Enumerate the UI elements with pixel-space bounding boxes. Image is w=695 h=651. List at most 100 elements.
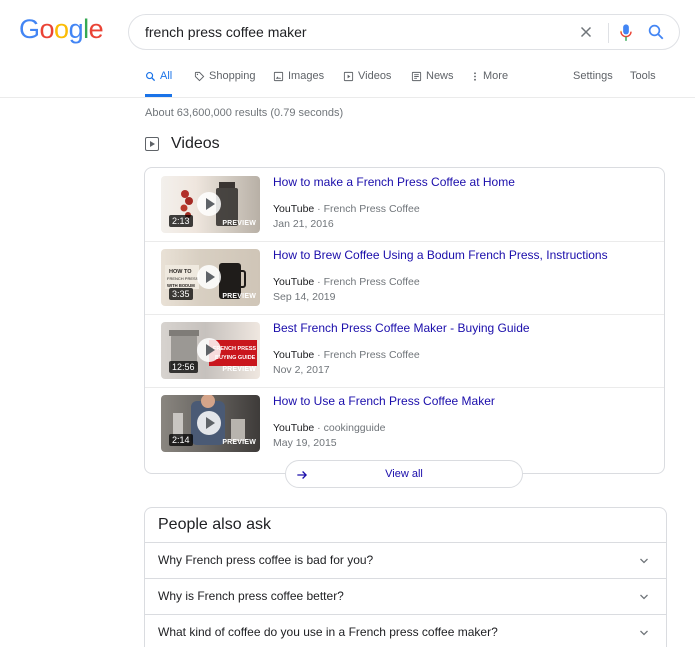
video-result[interactable]: HOW TO FRENCH PRESS WITH BODUM 3:35 PREV… bbox=[145, 241, 664, 315]
image-icon bbox=[273, 71, 284, 82]
video-date: Sep 14, 2019 bbox=[273, 291, 336, 303]
video-result[interactable]: FRENCH PRESS BUYING GUIDE 12:56 PREVIEW … bbox=[145, 314, 664, 388]
video-channel: French Press Coffee bbox=[323, 276, 420, 288]
play-icon bbox=[197, 192, 221, 216]
tab-label: Images bbox=[288, 70, 325, 82]
paa-title: People also ask bbox=[158, 516, 271, 533]
video-thumbnail[interactable]: 2:14 PREVIEW bbox=[161, 395, 260, 452]
search-tabs: All Shopping Images Videos News More Set… bbox=[0, 64, 695, 98]
video-duration: 2:13 bbox=[169, 215, 193, 227]
preview-badge: PREVIEW bbox=[222, 293, 256, 300]
video-title[interactable]: How to Brew Coffee Using a Bodum French … bbox=[273, 248, 608, 262]
video-date: Nov 2, 2017 bbox=[273, 364, 330, 376]
videos-carousel: 2:13 PREVIEW How to make a French Press … bbox=[144, 167, 665, 474]
microphone-icon[interactable] bbox=[617, 23, 635, 43]
tab-settings[interactable]: Settings bbox=[573, 70, 613, 96]
video-date: May 19, 2015 bbox=[273, 437, 337, 449]
play-icon bbox=[197, 265, 221, 289]
tab-label: More bbox=[483, 70, 509, 82]
paa-question[interactable]: Why French press coffee is bad for you? bbox=[145, 542, 666, 579]
video-source: YouTube · French Press Coffee bbox=[273, 349, 420, 361]
video-date: Jan 21, 2016 bbox=[273, 218, 334, 230]
video-icon bbox=[145, 137, 159, 151]
tab-news[interactable]: News bbox=[411, 70, 454, 96]
videos-section-heading: Videos bbox=[145, 135, 220, 153]
video-platform: YouTube bbox=[273, 422, 315, 434]
preview-badge: PREVIEW bbox=[222, 366, 256, 373]
chevron-down-icon bbox=[640, 558, 648, 564]
tab-label: Tools bbox=[630, 70, 656, 82]
svg-text:FRENCH PRESS: FRENCH PRESS bbox=[167, 276, 199, 281]
video-platform: YouTube bbox=[273, 203, 315, 215]
svg-text:BUYING GUIDE: BUYING GUIDE bbox=[215, 355, 256, 361]
video-separator: · bbox=[314, 349, 324, 361]
divider bbox=[608, 23, 609, 43]
video-channel: cookingguide bbox=[323, 422, 386, 434]
video-platform: YouTube bbox=[273, 349, 315, 361]
video-separator: · bbox=[314, 276, 324, 288]
video-result[interactable]: 2:13 PREVIEW How to make a French Press … bbox=[145, 168, 664, 242]
preview-badge: PREVIEW bbox=[222, 439, 256, 446]
news-icon bbox=[411, 71, 422, 82]
play-icon bbox=[197, 338, 221, 362]
video-result[interactable]: 2:14 PREVIEW How to Use a French Press C… bbox=[145, 387, 664, 460]
tab-label: Videos bbox=[358, 70, 392, 82]
question-text: Why French press coffee is bad for you? bbox=[158, 553, 374, 567]
play-icon bbox=[197, 411, 221, 435]
video-channel: French Press Coffee bbox=[323, 349, 420, 361]
logo-letter: e bbox=[88, 14, 104, 44]
clear-icon[interactable] bbox=[577, 23, 595, 41]
paa-question[interactable]: What kind of coffee do you use in a Fren… bbox=[145, 614, 666, 651]
logo-letter: o bbox=[39, 14, 55, 44]
tab-label: News bbox=[426, 70, 454, 82]
question-text: What kind of coffee do you use in a Fren… bbox=[158, 625, 498, 639]
tab-videos[interactable]: Videos bbox=[343, 70, 391, 96]
view-all-label: View all bbox=[385, 468, 423, 480]
search-icon bbox=[146, 72, 156, 82]
svg-text:HOW TO: HOW TO bbox=[169, 269, 192, 275]
question-text: Why is French press coffee better? bbox=[158, 589, 344, 603]
video-title[interactable]: How to Use a French Press Coffee Maker bbox=[273, 394, 495, 408]
view-all-button[interactable]: View all bbox=[285, 460, 523, 488]
tab-all[interactable]: All bbox=[145, 70, 173, 97]
video-separator: · bbox=[314, 422, 324, 434]
people-also-ask: People also ask Why French press coffee … bbox=[144, 507, 667, 647]
section-title: Videos bbox=[171, 135, 220, 152]
video-duration: 3:35 bbox=[169, 288, 193, 300]
video-duration: 12:56 bbox=[169, 361, 198, 373]
video-separator: · bbox=[314, 203, 324, 215]
video-title[interactable]: Best French Press Coffee Maker - Buying … bbox=[273, 321, 530, 335]
google-logo[interactable]: Google bbox=[19, 14, 104, 45]
search-input[interactable] bbox=[145, 15, 565, 49]
result-stats: About 63,600,000 results (0.79 seconds) bbox=[145, 107, 344, 119]
video-title[interactable]: How to make a French Press Coffee at Hom… bbox=[273, 175, 515, 189]
tab-more[interactable]: More bbox=[471, 70, 508, 96]
preview-badge: PREVIEW bbox=[222, 220, 256, 227]
chevron-down-icon bbox=[640, 594, 648, 600]
chevron-down-icon bbox=[640, 630, 648, 636]
tab-label: Shopping bbox=[209, 70, 256, 82]
logo-letter: g bbox=[68, 14, 84, 44]
video-thumbnail[interactable]: HOW TO FRENCH PRESS WITH BODUM 3:35 PREV… bbox=[161, 249, 260, 306]
tab-label: Settings bbox=[573, 70, 613, 82]
video-source: YouTube · cookingguide bbox=[273, 422, 386, 434]
video-thumbnail[interactable]: 2:13 PREVIEW bbox=[161, 176, 260, 233]
video-platform: YouTube bbox=[273, 276, 315, 288]
logo-letter: o bbox=[54, 14, 69, 44]
video-thumbnail[interactable]: FRENCH PRESS BUYING GUIDE 12:56 PREVIEW bbox=[161, 322, 260, 379]
search-box bbox=[128, 14, 680, 50]
paa-question[interactable]: Why is French press coffee better? bbox=[145, 578, 666, 615]
more-vert-icon bbox=[474, 72, 476, 81]
video-source: YouTube · French Press Coffee bbox=[273, 276, 420, 288]
tab-shopping[interactable]: Shopping bbox=[194, 70, 256, 96]
tab-tools[interactable]: Tools bbox=[630, 70, 656, 96]
tab-images[interactable]: Images bbox=[273, 70, 324, 96]
search-icon[interactable] bbox=[647, 23, 665, 41]
video-source: YouTube · French Press Coffee bbox=[273, 203, 420, 215]
tag-icon bbox=[194, 71, 205, 82]
video-duration: 2:14 bbox=[169, 434, 193, 446]
video-channel: French Press Coffee bbox=[323, 203, 420, 215]
tab-label: All bbox=[160, 70, 173, 82]
logo-letter: G bbox=[19, 14, 40, 44]
video-icon bbox=[343, 71, 354, 82]
